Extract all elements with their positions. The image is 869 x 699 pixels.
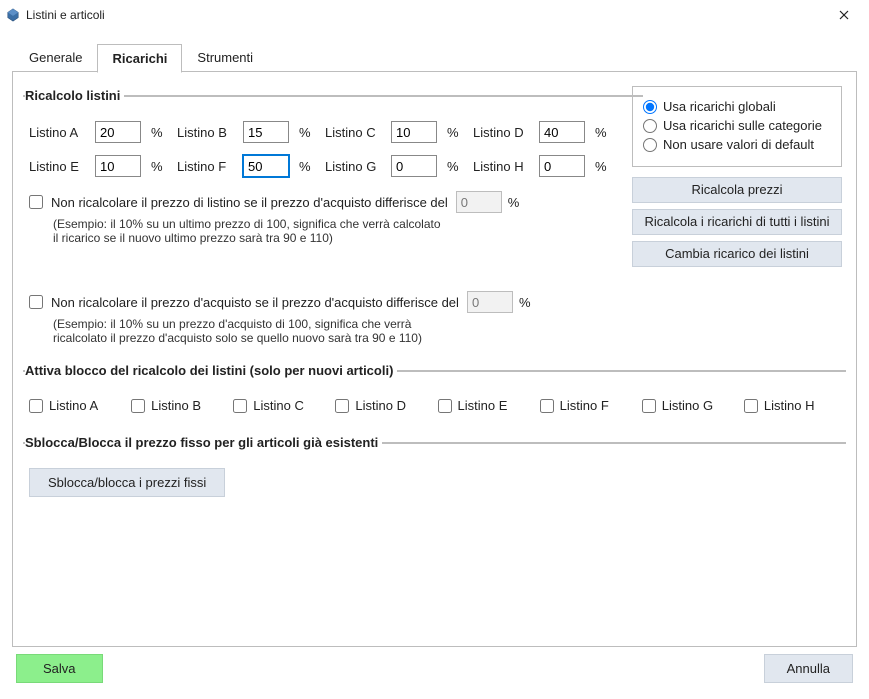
label-listino-g: Listino G xyxy=(325,159,381,174)
blocco-listino-b[interactable]: Listino B xyxy=(131,398,227,413)
blocco-listino-g[interactable]: Listino G xyxy=(642,398,738,413)
percent-sign: % xyxy=(595,159,611,174)
percent-sign: % xyxy=(151,159,167,174)
no-recal-listino-example: (Esempio: il 10% su un ultimo prezzo di … xyxy=(29,213,449,245)
radio-label: Non usare valori di default xyxy=(663,137,814,152)
blocco-row: Listino A Listino B Listino C Listino D … xyxy=(29,396,840,417)
sblocca-legend: Sblocca/Blocca il prezzo fisso per gli a… xyxy=(25,435,382,450)
blocco-check-c[interactable] xyxy=(233,399,247,413)
tabstrip: Generale Ricarichi Strumenti xyxy=(14,42,857,72)
no-recal-acquisto-example: (Esempio: il 10% su un prezzo d'acquisto… xyxy=(29,313,449,345)
input-listino-a[interactable] xyxy=(95,121,141,143)
no-recal-listino-label: Non ricalcolare il prezzo di listino se … xyxy=(51,195,448,210)
percent-sign: % xyxy=(151,125,167,140)
blocco-label: Listino B xyxy=(151,398,201,413)
no-recal-acquisto-checkbox[interactable] xyxy=(29,295,43,309)
blocco-check-a[interactable] xyxy=(29,399,43,413)
input-listino-c[interactable] xyxy=(391,121,437,143)
percent-sign: % xyxy=(447,159,463,174)
radio-non-usare[interactable]: Non usare valori di default xyxy=(643,137,831,152)
blocco-listino-a[interactable]: Listino A xyxy=(29,398,125,413)
blocco-label: Listino D xyxy=(355,398,406,413)
blocco-listino-d[interactable]: Listino D xyxy=(335,398,431,413)
blocco-listino-f[interactable]: Listino F xyxy=(540,398,636,413)
label-listino-h: Listino H xyxy=(473,159,529,174)
no-recal-acquisto-label: Non ricalcolare il prezzo d'acquisto se … xyxy=(51,295,459,310)
defaults-mode-group: Usa ricarichi globali Usa ricarichi sull… xyxy=(632,86,842,167)
ricalcolo-legend: Ricalcolo listini xyxy=(25,88,124,103)
blocco-label: Listino F xyxy=(560,398,609,413)
radio-usa-categorie[interactable]: Usa ricarichi sulle categorie xyxy=(643,118,831,133)
no-recal-listino-input[interactable] xyxy=(456,191,502,213)
label-listino-e: Listino E xyxy=(29,159,85,174)
label-listino-f: Listino F xyxy=(177,159,233,174)
tabpage-ricarichi: Usa ricarichi globali Usa ricarichi sull… xyxy=(12,71,857,647)
no-recal-listino-row: Non ricalcolare il prezzo di listino se … xyxy=(29,191,637,213)
input-listino-g[interactable] xyxy=(391,155,437,177)
blocco-listino-h[interactable]: Listino H xyxy=(744,398,840,413)
label-listino-a: Listino A xyxy=(29,125,85,140)
ricalcola-tutti-button[interactable]: Ricalcola i ricarichi di tutti i listini xyxy=(632,209,842,235)
blocco-listino-c[interactable]: Listino C xyxy=(233,398,329,413)
input-listino-b[interactable] xyxy=(243,121,289,143)
radio-usa-globali[interactable]: Usa ricarichi globali xyxy=(643,99,831,114)
blocco-label: Listino G xyxy=(662,398,713,413)
ricalcola-prezzi-button[interactable]: Ricalcola prezzi xyxy=(632,177,842,203)
titlebar: Listini e articoli xyxy=(0,0,869,30)
blocco-check-b[interactable] xyxy=(131,399,145,413)
blocco-label: Listino E xyxy=(458,398,508,413)
blocco-check-f[interactable] xyxy=(540,399,554,413)
window-title: Listini e articoli xyxy=(26,8,105,22)
ricalcolo-listini-group: Ricalcolo listini Listino A % Listino B … xyxy=(23,88,643,349)
no-recal-listino-checkbox[interactable] xyxy=(29,195,43,209)
blocco-listino-e[interactable]: Listino E xyxy=(438,398,534,413)
label-listino-b: Listino B xyxy=(177,125,233,140)
close-icon[interactable] xyxy=(823,1,865,29)
blocco-legend: Attiva blocco del ricalcolo dei listini … xyxy=(25,363,397,378)
radio-input-categorie[interactable] xyxy=(643,119,657,133)
percent-sign: % xyxy=(299,125,315,140)
sblocca-blocca-button[interactable]: Sblocca/blocca i prezzi fissi xyxy=(29,468,225,497)
percent-sign: % xyxy=(595,125,611,140)
blocco-check-h[interactable] xyxy=(744,399,758,413)
input-listino-f[interactable] xyxy=(243,155,289,177)
sblocca-group: Sblocca/Blocca il prezzo fisso per gli a… xyxy=(23,435,846,501)
label-listino-d: Listino D xyxy=(473,125,529,140)
blocco-check-g[interactable] xyxy=(642,399,656,413)
blocco-check-d[interactable] xyxy=(335,399,349,413)
blocco-label: Listino H xyxy=(764,398,815,413)
app-icon xyxy=(6,8,20,22)
percent-sign: % xyxy=(519,295,531,310)
blocco-label: Listino A xyxy=(49,398,98,413)
no-recal-acquisto-row: Non ricalcolare il prezzo d'acquisto se … xyxy=(29,291,637,313)
radio-input-nessuno[interactable] xyxy=(643,138,657,152)
radio-input-globali[interactable] xyxy=(643,100,657,114)
percent-sign: % xyxy=(299,159,315,174)
input-listino-h[interactable] xyxy=(539,155,585,177)
tab-ricarichi[interactable]: Ricarichi xyxy=(97,44,182,73)
right-panel: Usa ricarichi globali Usa ricarichi sull… xyxy=(632,86,842,273)
no-recal-acquisto-input[interactable] xyxy=(467,291,513,313)
percent-sign: % xyxy=(447,125,463,140)
client-area: Generale Ricarichi Strumenti Usa ricaric… xyxy=(0,30,869,699)
radio-label: Usa ricarichi globali xyxy=(663,99,776,114)
annulla-button[interactable]: Annulla xyxy=(764,654,853,683)
tab-strumenti[interactable]: Strumenti xyxy=(182,43,268,72)
dialog-footer: Salva Annulla xyxy=(12,647,857,689)
tab-generale[interactable]: Generale xyxy=(14,43,97,72)
salva-button[interactable]: Salva xyxy=(16,654,103,683)
blocco-check-e[interactable] xyxy=(438,399,452,413)
input-listino-e[interactable] xyxy=(95,155,141,177)
radio-label: Usa ricarichi sulle categorie xyxy=(663,118,822,133)
input-listino-d[interactable] xyxy=(539,121,585,143)
listini-grid: Listino A % Listino B % Listino C % List… xyxy=(29,121,637,177)
window: Listini e articoli Generale Ricarichi St… xyxy=(0,0,869,699)
percent-sign: % xyxy=(508,195,520,210)
blocco-listini-group: Attiva blocco del ricalcolo dei listini … xyxy=(23,363,846,421)
content-left: Ricalcolo listini Listino A % Listino B … xyxy=(23,88,643,349)
blocco-label: Listino C xyxy=(253,398,304,413)
cambia-ricarico-button[interactable]: Cambia ricarico dei listini xyxy=(632,241,842,267)
label-listino-c: Listino C xyxy=(325,125,381,140)
